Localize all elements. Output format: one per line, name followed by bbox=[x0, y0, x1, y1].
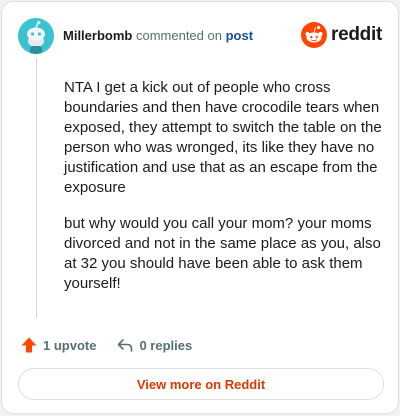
post-link[interactable]: post bbox=[226, 28, 253, 43]
snoo-avatar-icon[interactable] bbox=[18, 18, 54, 54]
reply-button[interactable]: 0 replies bbox=[116, 336, 192, 354]
action-bar: 1 upvote 0 replies bbox=[20, 335, 212, 355]
comment-card: Millerbomb commented on post reddit NTA … bbox=[1, 1, 399, 414]
thread-line bbox=[36, 58, 37, 318]
comment-body: NTA I get a kick out of people who cross… bbox=[64, 78, 382, 310]
view-more-button[interactable]: View more on Reddit bbox=[18, 368, 384, 400]
action-text: commented on bbox=[135, 28, 222, 43]
upvote-count: 1 upvote bbox=[43, 337, 97, 353]
reply-arrow-icon bbox=[118, 339, 133, 352]
reddit-brand[interactable]: reddit bbox=[301, 21, 382, 49]
comment-paragraph: but why would you call your mom? your mo… bbox=[64, 215, 381, 292]
author-name[interactable]: Millerbomb bbox=[63, 28, 132, 43]
reddit-logo-icon bbox=[301, 22, 328, 48]
upvote-button[interactable]: 1 upvote bbox=[20, 336, 96, 354]
brand-name: reddit bbox=[331, 24, 382, 45]
view-more-label: View more on Reddit bbox=[136, 376, 266, 392]
comment-paragraph: NTA I get a kick out of people who cross… bbox=[64, 79, 382, 196]
upvote-arrow-icon bbox=[21, 337, 37, 353]
reply-count: 0 replies bbox=[139, 337, 193, 353]
comment-header: Millerbomb commented on post reddit bbox=[18, 18, 382, 54]
comment-meta: Millerbomb commented on post bbox=[63, 28, 253, 44]
